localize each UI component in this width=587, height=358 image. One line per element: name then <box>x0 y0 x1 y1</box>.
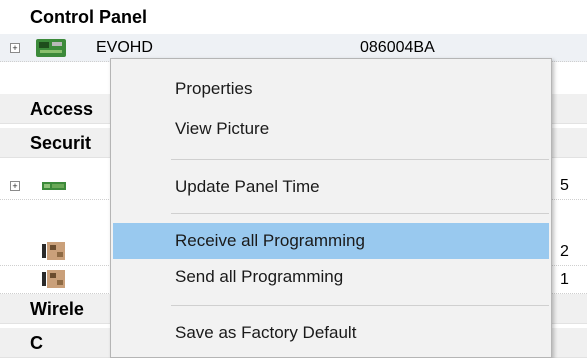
menu-item-update-panel-time[interactable]: Update Panel Time <box>113 169 549 205</box>
menu-item-properties[interactable]: Properties <box>113 71 549 107</box>
menu-item-send-all-programming[interactable]: Send all Programming <box>113 259 549 295</box>
section-label-access: Access <box>30 99 94 119</box>
menu-item-save-as-factory-default[interactable]: Save as Factory Default <box>113 315 549 351</box>
section-header-control-panel[interactable]: Control Panel <box>0 0 587 34</box>
menu-separator <box>171 159 549 160</box>
menu-item-receive-all-programming[interactable]: Receive all Programming <box>113 223 549 259</box>
section-label-wireless: Wirele <box>30 299 84 319</box>
device-number: 2 <box>560 243 569 260</box>
module-icon <box>42 270 65 288</box>
expand-icon[interactable]: + <box>10 181 20 191</box>
context-menu: Properties View Picture Update Panel Tim… <box>110 58 552 358</box>
expand-icon[interactable]: + <box>10 43 20 53</box>
menu-separator <box>171 305 549 306</box>
device-number: 5 <box>560 177 569 194</box>
panel-board-icon <box>36 39 66 57</box>
device-number: 1 <box>560 271 569 288</box>
menu-separator <box>171 213 549 214</box>
section-label-control-panel: Control Panel <box>30 7 148 27</box>
section-label-security: Securit <box>30 133 92 153</box>
section-label-partial: C <box>30 333 43 353</box>
menu-item-view-picture[interactable]: View Picture <box>113 111 549 147</box>
module-icon <box>42 242 65 260</box>
keypad-icon <box>42 182 66 190</box>
